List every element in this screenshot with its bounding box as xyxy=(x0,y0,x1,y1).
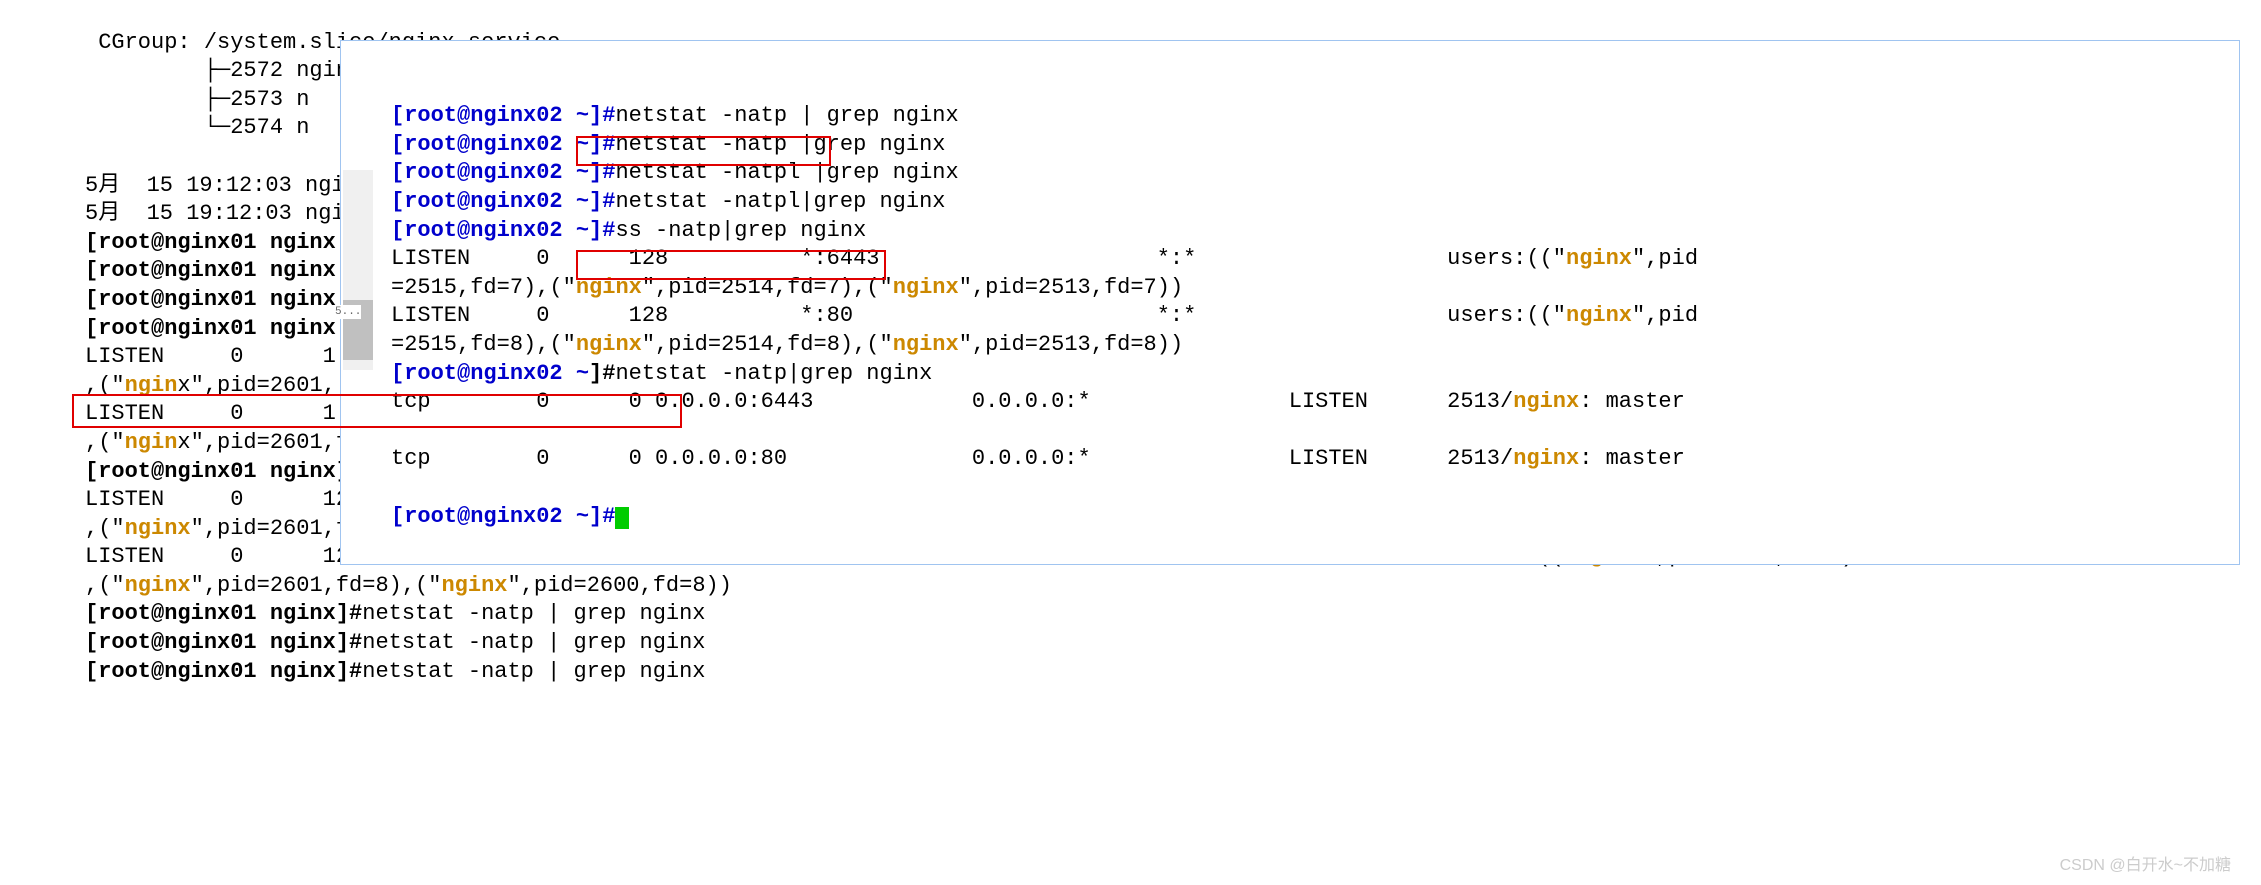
prompt-nginx01-2: [root@nginx01 nginx xyxy=(85,258,336,283)
ov-cmd-3: [root@nginx02 ~]#netstat -natpl |grep ng… xyxy=(391,160,959,185)
users-80-line: ,("nginx",pid=2601,fd=8),("nginx",pid=26… xyxy=(85,573,732,598)
prompt-nginx01-4: [root@nginx01 nginx xyxy=(85,316,336,341)
blank-line3 xyxy=(391,475,404,500)
ov-cmd-1: [root@nginx02 ~]#netstat -natp | grep ng… xyxy=(391,103,959,128)
ov-listen-80: LISTEN 0 128 *:80 *:* users:(("nginx",pi… xyxy=(391,303,1698,328)
watermark-text: CSDN @白开水~不加糖 xyxy=(2060,856,2231,877)
ov-users-6443: =2515,fd=7),("nginx",pid=2514,fd=7),("ng… xyxy=(391,275,1183,300)
scrollbar-label: 5... xyxy=(335,305,361,319)
listen-row-2: LISTEN 0 1 xyxy=(85,401,336,426)
overlay-terminal-window[interactable]: [root@nginx02 ~]#netstat -natp | grep ng… xyxy=(340,40,2240,565)
ov-final-prompt[interactable]: [root@nginx02 ~]# xyxy=(391,504,629,529)
ov-tcp-80: tcp 0 0 0.0.0.0:80 0.0.0.0:* LISTEN 2513… xyxy=(391,446,1685,471)
users-row-1: ,("nginx",pid=2601, xyxy=(85,373,336,398)
overlay-content: [root@nginx02 ~]#netstat -natp | grep ng… xyxy=(341,74,2239,532)
netstat-line-2: [root@nginx01 nginx]#netstat -natp | gre… xyxy=(85,630,706,655)
ov-cmd-5-ss: [root@nginx02 ~]#ss -natp|grep nginx xyxy=(391,218,866,243)
prompt-nginx01-1: [root@nginx01 nginx xyxy=(85,230,336,255)
listen-row-1: LISTEN 0 1 xyxy=(85,344,336,369)
ov-listen-6443: LISTEN 0 128 *:6443 *:* users:(("nginx",… xyxy=(391,246,1698,271)
proc-line2: ├─2573 n xyxy=(85,87,309,112)
ov-cmd-4: [root@nginx02 ~]#netstat -natpl|grep ngi… xyxy=(391,189,946,214)
netstat-line-1: [root@nginx01 nginx]#netstat -natp | gre… xyxy=(85,601,706,626)
ov-tcp-6443: tcp 0 0 0.0.0.0:6443 0.0.0.0:* LISTEN 25… xyxy=(391,389,1685,414)
blank-line2 xyxy=(391,418,404,443)
cursor-icon xyxy=(615,507,629,529)
date-line1: 5月 15 19:12:03 ngi xyxy=(85,173,345,198)
date-line2: 5月 15 19:12:03 ngi xyxy=(85,201,345,226)
ov-users-80: =2515,fd=8),("nginx",pid=2514,fd=8),("ng… xyxy=(391,332,1183,357)
ov-cmd-6-netstat: [root@nginx02 ~]#netstat -natp|grep ngin… xyxy=(391,361,932,386)
proc-line3: └─2574 n xyxy=(85,115,309,140)
prompt-nginx01-3: [root@nginx01 nginx xyxy=(85,287,336,312)
ov-cmd-2: [root@nginx02 ~]#netstat -natp |grep ngi… xyxy=(391,132,946,157)
netstat-line-3: [root@nginx01 nginx]#netstat -natp | gre… xyxy=(85,659,706,684)
